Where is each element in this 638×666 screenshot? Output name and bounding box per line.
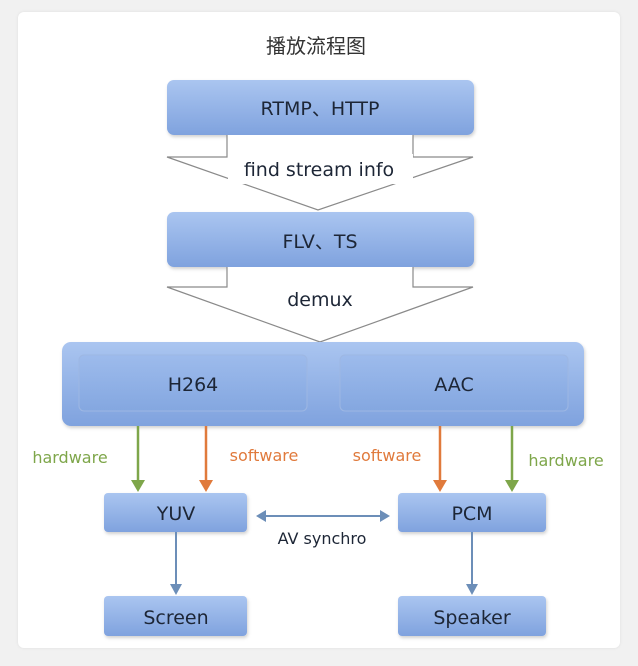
node-video-codec-label: H264 (168, 374, 219, 396)
funnel-demux: demux (166, 267, 474, 343)
node-source-label: RTMP、HTTP (261, 98, 380, 120)
edge-sw-right-label: software (353, 446, 422, 465)
node-audio-codec-label: AAC (434, 374, 473, 396)
edge-hw-left-label: hardware (32, 448, 107, 467)
edge-sw-left: software (199, 426, 298, 492)
node-source: RTMP、HTTP (167, 80, 474, 135)
node-audio-out-label: Speaker (433, 607, 510, 629)
edge-hw-right-label: hardware (528, 451, 603, 470)
edge-sync: AV synchro (256, 510, 390, 548)
node-container-label: FLV、TS (282, 231, 357, 253)
edge-sync-label: AV synchro (278, 529, 367, 548)
node-video-out: Screen (104, 596, 247, 636)
node-video-raw: YUV (104, 493, 247, 532)
node-video-out-label: Screen (143, 607, 208, 629)
diagram-title: 播放流程图 (266, 34, 366, 58)
funnel-probe: find stream info (166, 135, 474, 211)
node-audio-raw: PCM (398, 493, 546, 532)
playback-flow-diagram: 播放流程图 RTMP、HTTP find stream info FLV、TS … (32, 34, 604, 636)
edge-sw-right: software (353, 426, 447, 492)
node-container: FLV、TS (167, 212, 474, 267)
edge-sw-left-label: software (230, 446, 299, 465)
codec-group: H264 AAC (62, 342, 584, 426)
edge-hw-right: hardware (505, 426, 604, 492)
funnel-probe-label: find stream info (244, 159, 394, 181)
node-video-raw-label: YUV (156, 503, 196, 525)
edge-to-screen (170, 532, 182, 595)
node-audio-out: Speaker (398, 596, 546, 636)
funnel-demux-label: demux (287, 289, 353, 311)
edge-to-speaker (466, 532, 478, 595)
edge-hw-left: hardware (32, 426, 145, 492)
node-audio-raw-label: PCM (451, 503, 492, 525)
